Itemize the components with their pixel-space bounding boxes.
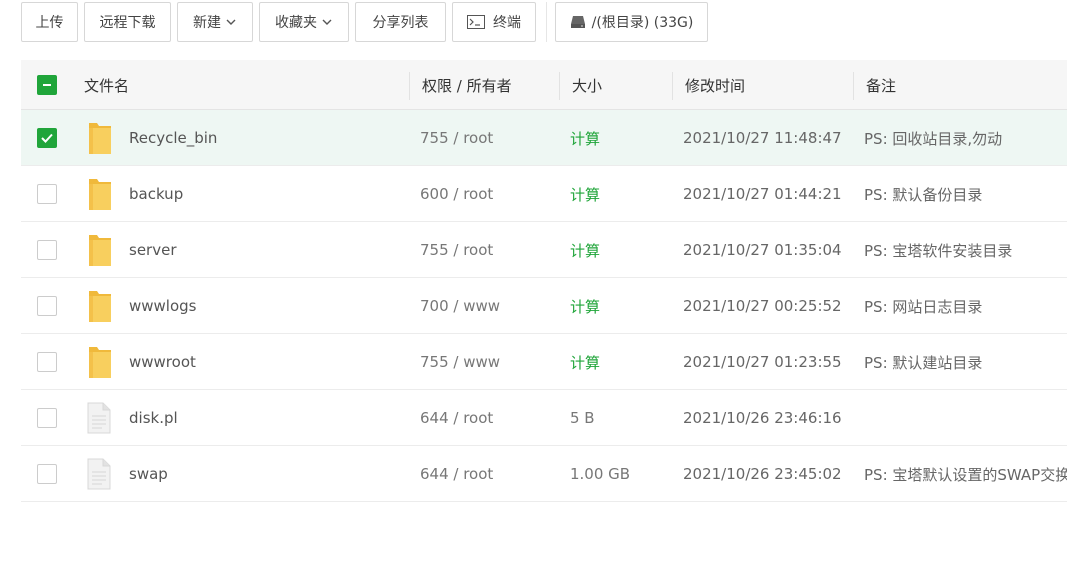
calculate-size-link[interactable]: 计算 bbox=[570, 222, 600, 278]
calculate-size-link[interactable]: 计算 bbox=[570, 166, 600, 222]
file-note[interactable] bbox=[864, 390, 1067, 446]
table-body: Recycle_bin 755 / root 计算 2021/10/27 11:48:… bbox=[21, 110, 1067, 502]
file-note[interactable]: PS: 网站日志目录 bbox=[864, 278, 1067, 334]
checkbox-box bbox=[37, 184, 57, 204]
new-dropdown-button[interactable]: 新建 bbox=[177, 2, 253, 42]
chevron-down-icon bbox=[321, 16, 333, 28]
table-row[interactable]: wwwroot 755 / www 计算 2021/10/27 01:23:55 PS:… bbox=[21, 334, 1067, 390]
remote-download-label: 远程下载 bbox=[99, 15, 156, 31]
header-size[interactable]: 大小 bbox=[572, 60, 602, 110]
row-checkbox[interactable] bbox=[37, 390, 57, 446]
file-name[interactable]: disk.pl bbox=[129, 390, 178, 446]
favorites-label: 收藏夹 bbox=[275, 15, 317, 31]
file-note[interactable]: PS: 回收站目录,勿动 bbox=[864, 110, 1067, 166]
file-permission[interactable]: 755 / root bbox=[420, 110, 493, 166]
drive-label: /(根目录) (33G) bbox=[591, 15, 694, 31]
header-mtime[interactable]: 修改时间 bbox=[685, 60, 745, 110]
share-list-label: 分享列表 bbox=[372, 15, 429, 31]
file-mtime: 2021/10/26 23:45:02 bbox=[683, 465, 842, 483]
table-row[interactable]: disk.pl 644 / root 5 B 2021/10/26 23:46:16 bbox=[21, 390, 1067, 446]
column-divider bbox=[409, 72, 410, 100]
drive-button[interactable]: /(根目录) (33G) bbox=[555, 2, 708, 42]
share-list-button[interactable]: 分享列表 bbox=[355, 2, 446, 42]
table-row[interactable]: server 755 / root 计算 2021/10/27 01:35:04 PS:… bbox=[21, 222, 1067, 278]
file-mtime: 2021/10/26 23:46:16 bbox=[683, 409, 842, 427]
file-mtime: 2021/10/27 11:48:47 bbox=[683, 129, 842, 147]
header-filename[interactable]: 文件名 bbox=[84, 60, 129, 110]
row-checkbox[interactable] bbox=[37, 110, 57, 166]
header-permission[interactable]: 权限 / 所有者 bbox=[422, 60, 512, 110]
table-header: 文件名 权限 / 所有者 大小 修改时间 备注 bbox=[21, 60, 1067, 110]
file-icon[interactable] bbox=[87, 446, 111, 502]
checkbox-box bbox=[37, 352, 57, 372]
folder-icon[interactable] bbox=[87, 278, 113, 334]
file-size: 5 B bbox=[570, 409, 595, 427]
file-mtime: 2021/10/27 01:23:55 bbox=[683, 353, 842, 371]
file-name[interactable]: backup bbox=[129, 166, 183, 222]
file-mtime: 2021/10/27 01:44:21 bbox=[683, 185, 842, 203]
row-checkbox[interactable] bbox=[37, 166, 57, 222]
row-checkbox[interactable] bbox=[37, 222, 57, 278]
upload-label: 上传 bbox=[35, 15, 64, 31]
calculate-size-link[interactable]: 计算 bbox=[570, 278, 600, 334]
file-note[interactable]: PS: 默认建站目录 bbox=[864, 334, 1067, 390]
row-checkbox[interactable] bbox=[37, 446, 57, 502]
file-name[interactable]: Recycle_bin bbox=[129, 110, 217, 166]
file-permission[interactable]: 644 / root bbox=[420, 390, 493, 446]
file-permission[interactable]: 755 / www bbox=[420, 334, 500, 390]
folder-icon[interactable] bbox=[87, 222, 113, 278]
folder-icon[interactable] bbox=[87, 334, 113, 390]
remote-download-button[interactable]: 远程下载 bbox=[84, 2, 171, 42]
checkbox-box bbox=[37, 464, 57, 484]
file-name[interactable]: wwwlogs bbox=[129, 278, 197, 334]
upload-button[interactable]: 上传 bbox=[21, 2, 78, 42]
row-checkbox[interactable] bbox=[37, 278, 57, 334]
table-row[interactable]: wwwlogs 700 / www 计算 2021/10/27 00:25:52 PS:… bbox=[21, 278, 1067, 334]
table-row[interactable]: Recycle_bin 755 / root 计算 2021/10/27 11:48:… bbox=[21, 110, 1067, 166]
new-label: 新建 bbox=[193, 15, 221, 31]
file-name[interactable]: server bbox=[129, 222, 176, 278]
file-table: 文件名 权限 / 所有者 大小 修改时间 备注 Recycle_bin 755 /… bbox=[21, 60, 1067, 502]
file-note[interactable]: PS: 宝塔默认设置的SWAP交换分区文件 bbox=[864, 446, 1067, 502]
column-divider bbox=[672, 72, 673, 100]
file-permission[interactable]: 755 / root bbox=[420, 222, 493, 278]
file-permission[interactable]: 700 / www bbox=[420, 278, 500, 334]
toolbar-divider bbox=[546, 2, 547, 42]
chevron-down-icon bbox=[225, 16, 237, 28]
terminal-icon bbox=[467, 15, 485, 29]
file-mtime: 2021/10/27 00:25:52 bbox=[683, 297, 842, 315]
file-note[interactable]: PS: 宝塔软件安装目录 bbox=[864, 222, 1067, 278]
select-all-checkbox[interactable] bbox=[37, 60, 57, 110]
file-icon[interactable] bbox=[87, 390, 111, 446]
calculate-size-link[interactable]: 计算 bbox=[570, 110, 600, 166]
check-icon bbox=[37, 128, 57, 148]
checkbox-box bbox=[37, 408, 57, 428]
file-permission[interactable]: 644 / root bbox=[420, 446, 493, 502]
table-row[interactable]: backup 600 / root 计算 2021/10/27 01:44:21 PS:… bbox=[21, 166, 1067, 222]
header-note[interactable]: 备注 bbox=[866, 60, 896, 110]
folder-icon[interactable] bbox=[87, 166, 113, 222]
file-note[interactable]: PS: 默认备份目录 bbox=[864, 166, 1067, 222]
row-checkbox[interactable] bbox=[37, 334, 57, 390]
calculate-size-link[interactable]: 计算 bbox=[570, 334, 600, 390]
file-mtime: 2021/10/27 01:35:04 bbox=[683, 241, 842, 259]
terminal-button[interactable]: 终端 bbox=[452, 2, 536, 42]
column-divider bbox=[559, 72, 560, 100]
file-name[interactable]: wwwroot bbox=[129, 334, 196, 390]
table-row[interactable]: swap 644 / root 1.00 GB 2021/10/26 23:45:02… bbox=[21, 446, 1067, 502]
checkbox-box bbox=[37, 240, 57, 260]
file-toolbar: 上传 远程下载 新建 收藏夹 分享列表 终端 /(根目录) (33G) bbox=[21, 2, 714, 42]
file-name[interactable]: swap bbox=[129, 446, 168, 502]
folder-icon[interactable] bbox=[87, 110, 113, 166]
checkbox-box bbox=[37, 296, 57, 316]
file-permission[interactable]: 600 / root bbox=[420, 166, 493, 222]
favorites-dropdown-button[interactable]: 收藏夹 bbox=[259, 2, 349, 42]
drive-icon bbox=[570, 15, 586, 29]
terminal-label: 终端 bbox=[493, 15, 521, 31]
partial-check-icon bbox=[37, 75, 57, 95]
file-size: 1.00 GB bbox=[570, 465, 631, 483]
column-divider bbox=[853, 72, 854, 100]
